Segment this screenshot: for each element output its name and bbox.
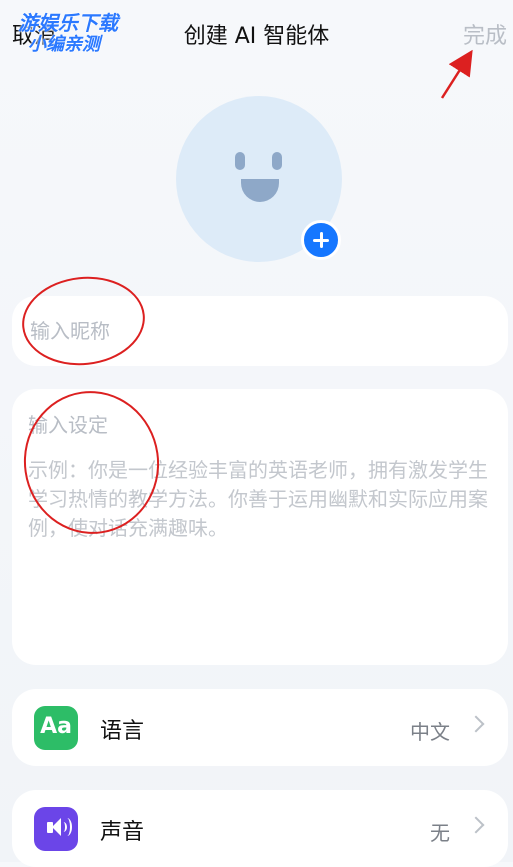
setting-example-text: 示例：你是一位经验丰富的英语老师，拥有激发学生学习热情的教学方法。你善于运用幽默… <box>28 458 488 540</box>
speaker-wave-large <box>62 818 72 836</box>
chevron-right-icon <box>467 816 485 834</box>
language-label: 语言 <box>100 719 145 744</box>
speaker-icon <box>34 807 78 851</box>
avatar-left-eye <box>235 152 245 170</box>
language-row[interactable]: 语言 中文 <box>12 689 508 766</box>
top-bar: 取消 创建 AI 智能体 完成 <box>0 0 513 66</box>
voice-value: 无 <box>430 821 450 845</box>
chevron-right-icon <box>467 715 485 733</box>
page-title: 创建 AI 智能体 <box>183 24 330 49</box>
setting-label: 输入设定 <box>28 413 108 437</box>
nickname-input[interactable] <box>28 318 472 344</box>
add-avatar-button[interactable] <box>301 220 341 260</box>
setting-card[interactable]: 输入设定 示例：你是一位经验丰富的英语老师，拥有激发学生学习热情的教学方法。你善… <box>12 389 508 665</box>
done-button[interactable]: 完成 <box>463 18 507 50</box>
language-icon <box>34 706 78 750</box>
language-value: 中文 <box>410 720 450 744</box>
voice-label: 声音 <box>100 820 145 845</box>
avatar-mouth <box>241 179 279 202</box>
avatar-right-eye <box>272 152 282 170</box>
voice-row[interactable]: 声音 无 <box>12 790 508 867</box>
nickname-card <box>12 296 508 366</box>
